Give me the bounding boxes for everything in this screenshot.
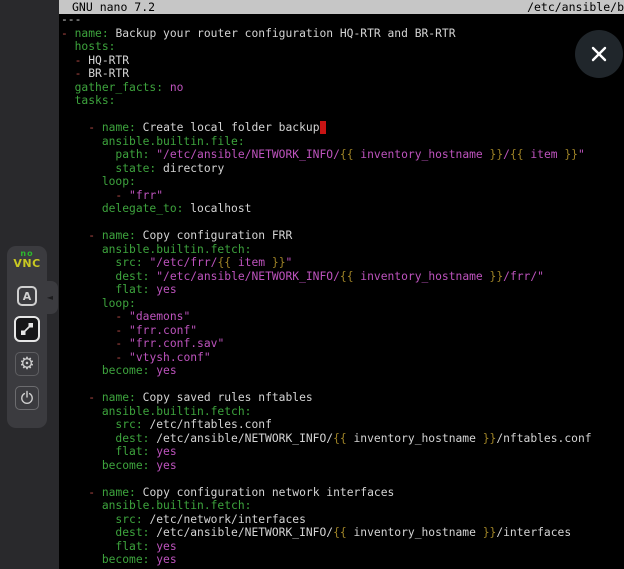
terminal-line: loop: xyxy=(61,297,624,311)
terminal-line: src: /etc/network/interfaces xyxy=(61,513,624,527)
nano-titlebar: GNU nano 7.2 /etc/ansible/b xyxy=(59,0,624,14)
terminal-line xyxy=(61,108,624,122)
terminal-line: ansible.builtin.fetch: xyxy=(61,405,624,419)
terminal-line: gather_facts: no xyxy=(61,81,624,95)
terminal-line: dest: /etc/ansible/NETWORK_INFO/{{ inven… xyxy=(61,432,624,446)
terminal-line: - HQ-RTR xyxy=(61,54,624,68)
terminal-line: path: "/etc/ansible/NETWORK_INFO/{{ inve… xyxy=(61,148,624,162)
gear-icon: ⚙ xyxy=(19,354,34,374)
fullscreen-button[interactable] xyxy=(14,316,40,342)
power-icon xyxy=(19,390,35,406)
terminal-line: src: /etc/nftables.conf xyxy=(61,418,624,432)
terminal-line: become: yes xyxy=(61,459,624,473)
terminal-line: dest: /etc/ansible/NETWORK_INFO/{{ inven… xyxy=(61,526,624,540)
terminal-line: become: yes xyxy=(61,553,624,567)
collapse-arrow-icon: ◄ xyxy=(47,294,53,302)
nano-app-title: GNU nano 7.2 xyxy=(72,0,155,14)
terminal-line: delegate_to: localhost xyxy=(61,202,624,216)
vnc-control-bar: no VNC A ⚙ xyxy=(7,246,47,428)
terminal-line: flat: yes xyxy=(61,540,624,554)
screen: GNU nano 7.2 /etc/ansible/b ---- name: B… xyxy=(0,0,624,569)
terminal-line: --- xyxy=(61,13,624,27)
nano-editor-content[interactable]: ---- name: Backup your router configurat… xyxy=(59,13,624,569)
terminal-line xyxy=(61,378,624,392)
terminal-line: ansible.builtin.file: xyxy=(61,135,624,149)
terminal-line xyxy=(61,472,624,486)
terminal-line: tasks: xyxy=(61,94,624,108)
terminal-line: - "frr.conf" xyxy=(61,324,624,338)
close-button[interactable] xyxy=(575,30,623,78)
power-button[interactable] xyxy=(15,386,39,410)
terminal-line: state: directory xyxy=(61,162,624,176)
terminal-line: flat: yes xyxy=(61,445,624,459)
terminal-line: - BR-RTR xyxy=(61,67,624,81)
terminal-line: flat: yes xyxy=(61,283,624,297)
terminal-line: loop: xyxy=(61,175,624,189)
terminal-line: src: "/etc/frr/{{ item }}" xyxy=(61,256,624,270)
terminal-line xyxy=(61,216,624,230)
terminal-line: ansible.builtin.fetch: xyxy=(61,243,624,257)
nano-file-path: /etc/ansible/b xyxy=(527,0,624,14)
terminal-line: - name: Backup your router configuration… xyxy=(61,27,624,41)
terminal-line: - name: Copy configuration network inter… xyxy=(61,486,624,500)
close-icon xyxy=(589,44,609,64)
terminal-line: - "daemons" xyxy=(61,310,624,324)
keyboard-a-icon: A xyxy=(23,290,32,303)
novnc-logo: no VNC xyxy=(7,250,47,269)
terminal-line: - name: Copy configuration FRR xyxy=(61,229,624,243)
fullscreen-icon xyxy=(20,322,34,336)
terminal-window[interactable]: GNU nano 7.2 /etc/ansible/b ---- name: B… xyxy=(59,0,624,569)
vnc-toolbar-handle[interactable]: ◄ xyxy=(42,281,58,314)
terminal-line: dest: "/etc/ansible/NETWORK_INFO/{{ inve… xyxy=(61,270,624,284)
settings-button[interactable]: ⚙ xyxy=(15,352,39,376)
keyboard-button[interactable]: A xyxy=(17,286,37,306)
terminal-line: become: yes xyxy=(61,364,624,378)
terminal-line: - name: Copy saved rules nftables xyxy=(61,391,624,405)
terminal-line: - "vtysh.conf" xyxy=(61,351,624,365)
terminal-line: ansible.builtin.fetch: xyxy=(61,499,624,513)
terminal-line: hosts: xyxy=(61,40,624,54)
terminal-line: - "frr" xyxy=(61,189,624,203)
terminal-line: - name: Create local folder backup xyxy=(61,121,624,135)
text-cursor xyxy=(320,121,327,134)
terminal-line: - "frr.conf.sav" xyxy=(61,337,624,351)
